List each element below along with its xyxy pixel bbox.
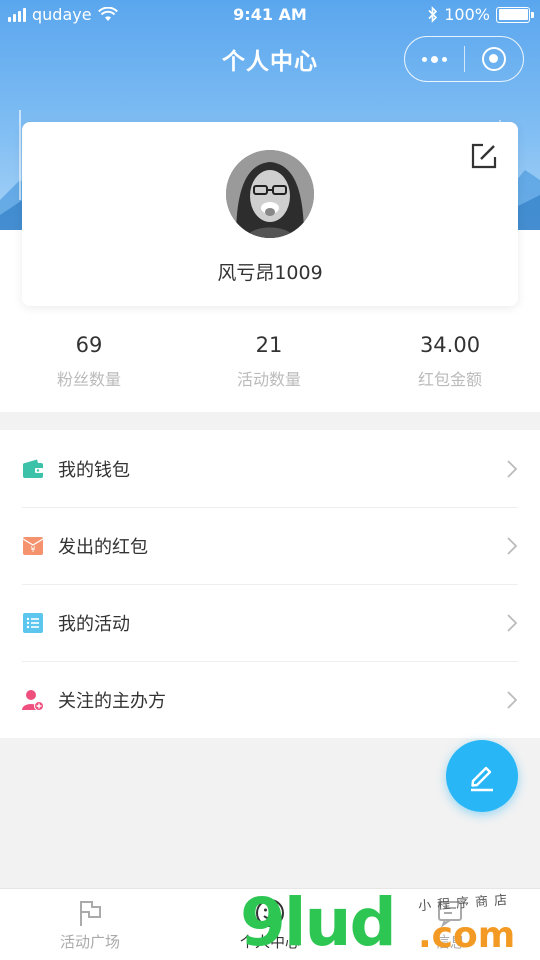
create-activity-button[interactable] [446,740,518,812]
more-dots-icon [421,55,447,63]
profile-card: 风亏昂1009 [22,122,518,306]
stat-label: 红包金额 [417,370,482,389]
tab-profile[interactable]: 个人中心 [180,889,360,960]
stat-value: 21 [255,333,283,357]
stat-label: 活动数量 [236,370,301,389]
more-button[interactable] [405,37,464,81]
red-packet-icon: ¥ [22,536,44,555]
battery-percent: 100% [444,5,490,24]
username: 风亏昂1009 [217,262,323,284]
message-icon [438,901,462,928]
chevron-right-icon [507,537,518,555]
menu-item-label: 我的活动 [58,613,130,635]
bluetooth-icon [428,6,438,23]
smile-icon [256,899,284,927]
menu-item-label: 发出的红包 [58,536,148,558]
wallet-icon [23,459,43,478]
battery-icon [496,6,534,23]
menu-item-my-activities[interactable]: 我的活动 [0,584,540,661]
battery-level [498,9,528,20]
tab-messages[interactable]: 信息 [360,889,540,960]
stat-value: 34.00 [419,333,481,357]
tab-label: 活动广场 [59,933,120,951]
stat-label: 粉丝数量 [56,370,121,389]
user-add-icon [22,689,44,711]
pencil-icon [471,766,493,792]
tab-label: 信息 [434,933,465,951]
stat-activities[interactable]: 21 活动数量 [178,330,360,400]
tab-bar: 活动广场 个人中心 信息 [0,888,540,960]
tab-label: 个人中心 [239,933,300,951]
stat-value: 69 [75,333,103,357]
menu-item-wallet[interactable]: 我的钱包 [0,430,540,507]
status-bar: qudaye 9:41 AM 100% [0,0,540,30]
flag-icon [80,901,101,926]
menu-item-followed-organizers[interactable]: 关注的主办方 [0,661,540,738]
target-icon [481,47,506,71]
stat-red-packet-amount[interactable]: 34.00 红包金额 [360,330,540,400]
menu-list: 我的钱包 ¥ 发出的红包 我的活动 关注的主办方 [0,430,540,738]
avatar-photo [226,150,314,238]
chevron-right-icon [507,614,518,632]
edit-profile-icon[interactable] [470,142,498,170]
close-mini-program-button[interactable] [465,37,524,81]
tab-activity-square[interactable]: 活动广场 [0,889,180,960]
svg-text:¥: ¥ [30,545,35,554]
menu-item-label: 关注的主办方 [58,690,166,712]
list-icon [23,612,43,633]
stats-row: 69 粉丝数量 21 活动数量 34.00 红包金额 [0,330,540,400]
screen: qudaye 9:41 AM 100% 个人中心 风亏昂1009 69 粉丝数量… [0,0,540,960]
chevron-right-icon [507,691,518,709]
avatar[interactable] [226,150,314,238]
chevron-right-icon [507,460,518,478]
menu-item-sent-red-packets[interactable]: ¥ 发出的红包 [0,507,540,584]
mini-program-capsule [404,36,524,82]
menu-item-label: 我的钱包 [58,459,130,481]
stat-followers[interactable]: 69 粉丝数量 [0,330,178,400]
